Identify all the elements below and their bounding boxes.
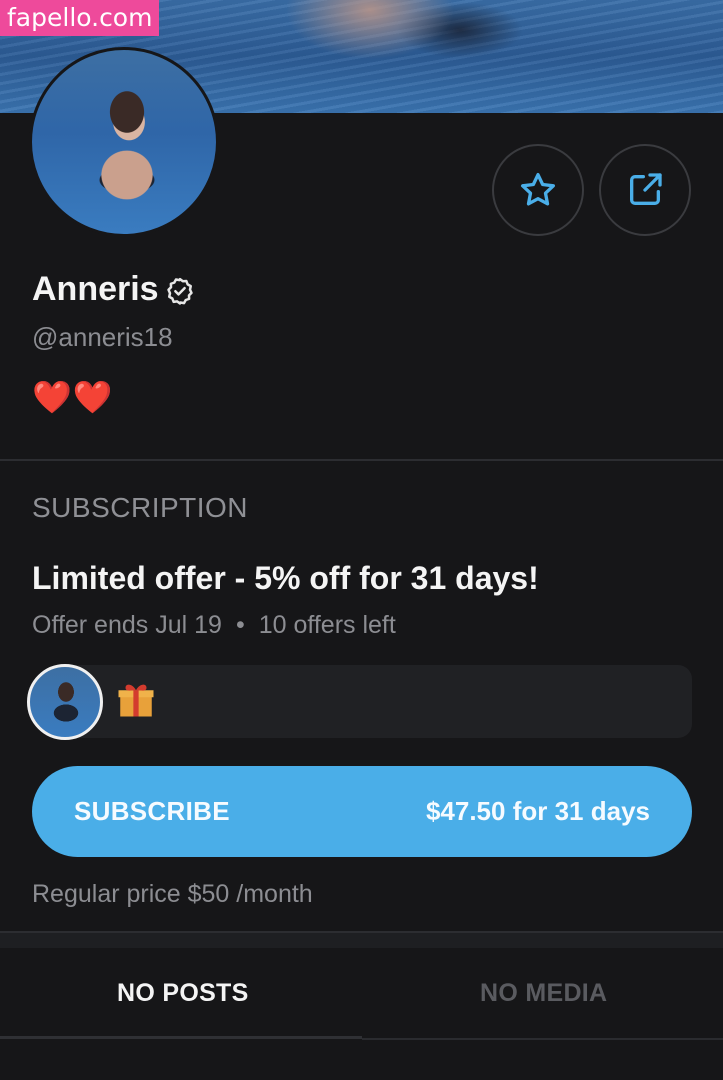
subscribe-price: $47.50 for 31 days [425,796,650,826]
active-tab-indicator [0,1036,362,1039]
profile-page: fapello.com Anneris @anneris18 ❤️❤️ SUBS… [0,0,723,1080]
separator: • [235,611,245,639]
divider [0,459,723,461]
profile-name: Anneris [32,270,159,308]
subscription-heading: SUBSCRIPTION [32,492,249,523]
gift-icon [118,684,154,717]
verified-badge-icon [167,277,193,305]
offer-ends: Offer ends Jul 19 [32,611,222,639]
subscribe-label: SUBSCRIBE [74,796,230,826]
profile-handle: @anneris18 [32,322,173,352]
subscribe-button[interactable]: SUBSCRIBE $47.50 for 31 days [32,766,692,857]
regular-price: Regular price $50 /month [32,880,313,908]
tab-bar-border [362,1038,723,1040]
tab-media[interactable]: NO MEDIA [480,979,607,1008]
promo-avatar [27,664,103,740]
watermark: fapello.com [0,0,160,36]
offer-meta: Offer ends Jul 19 • 10 offers left [32,611,396,640]
profile-avatar[interactable] [29,47,219,237]
star-icon [521,173,555,206]
share-button[interactable] [599,144,691,236]
offers-left: 10 offers left [258,611,396,639]
favorite-button[interactable] [492,144,584,236]
tab-posts[interactable]: NO POSTS [117,979,249,1008]
offer-title: Limited offer - 5% off for 31 days! [32,560,539,596]
share-icon [630,173,662,205]
section-separator [0,931,723,948]
profile-bio: ❤️❤️ [32,379,114,415]
